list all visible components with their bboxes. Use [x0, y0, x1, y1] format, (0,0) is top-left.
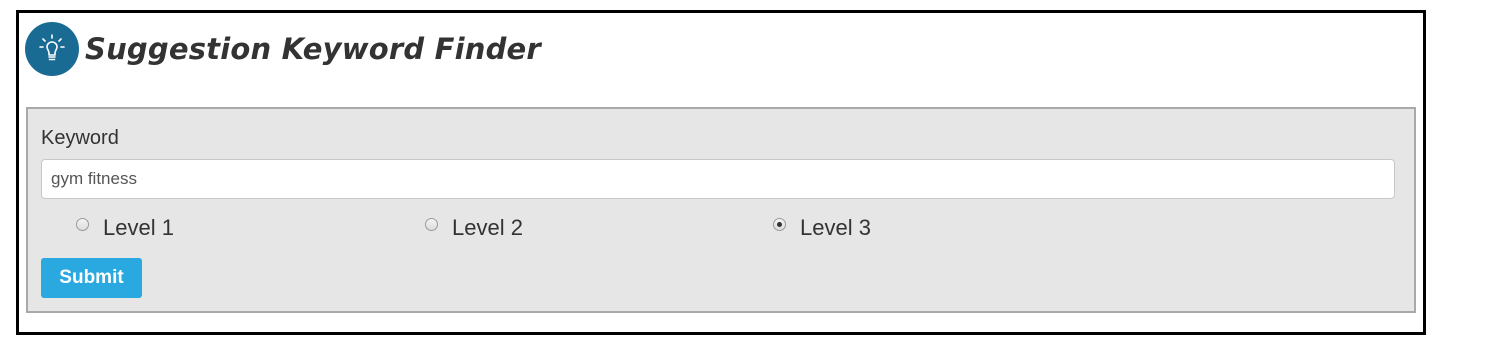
lightbulb-icon	[39, 34, 65, 61]
keyword-input[interactable]	[41, 159, 1395, 199]
level-3-option[interactable]: Level 3	[773, 215, 871, 241]
level-2-option[interactable]: Level 2	[425, 215, 523, 241]
level-1-label: Level 1	[103, 215, 174, 240]
level-3-radio[interactable]	[773, 218, 786, 231]
keyword-form: Keyword Level 1 Level 2 Level 3 Submit	[26, 107, 1416, 313]
level-2-label: Level 2	[452, 215, 523, 240]
keyword-label: Keyword	[41, 127, 119, 149]
level-3-label: Level 3	[800, 215, 871, 240]
submit-button[interactable]: Submit	[41, 258, 142, 298]
logo	[25, 22, 79, 76]
level-1-option[interactable]: Level 1	[76, 215, 174, 241]
page-title: Suggestion Keyword Finder	[85, 32, 541, 66]
level-2-radio[interactable]	[425, 218, 438, 231]
header: Suggestion Keyword Finder	[25, 21, 541, 77]
app-frame: Suggestion Keyword Finder Keyword Level …	[16, 10, 1426, 335]
level-1-radio[interactable]	[76, 218, 89, 231]
